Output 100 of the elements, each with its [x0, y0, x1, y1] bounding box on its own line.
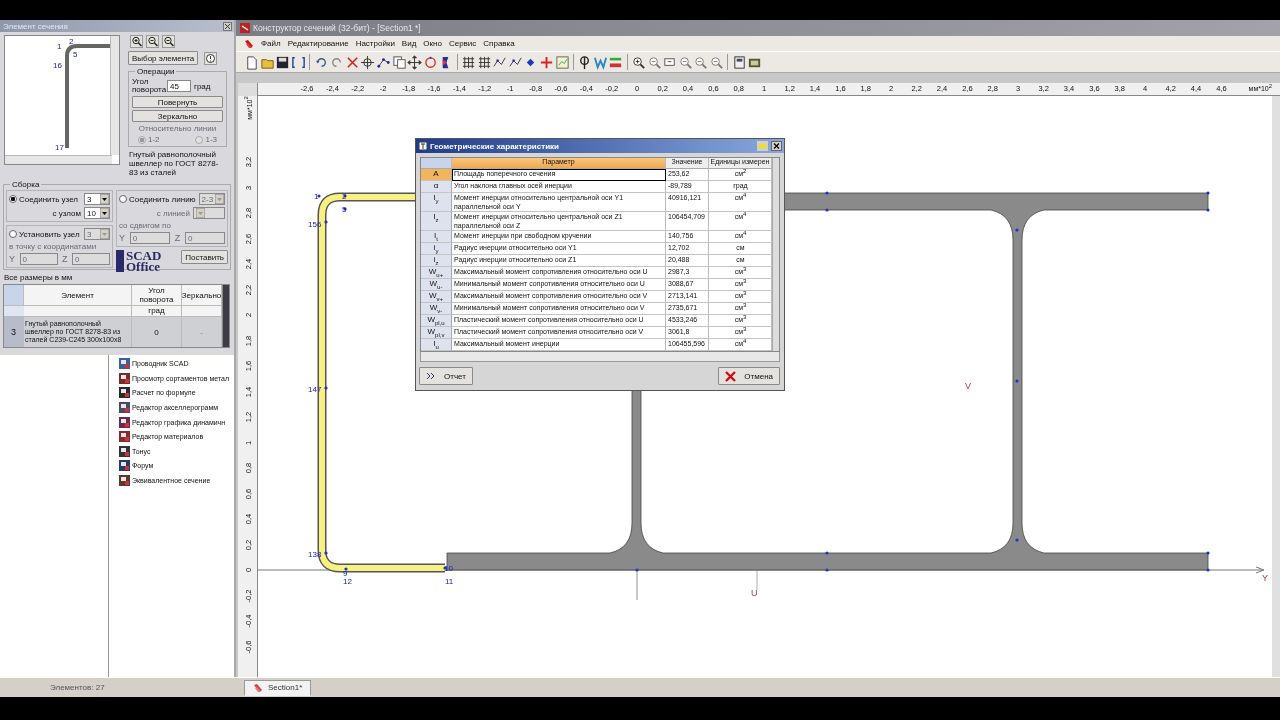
mirror-button[interactable]: Зеркально [132, 110, 223, 122]
scrollbar[interactable] [222, 285, 229, 347]
cancel-button[interactable]: Отмена [718, 367, 780, 385]
table-cell: 0 [132, 317, 182, 347]
node-label: 9 [343, 569, 348, 578]
scrollbar[interactable] [420, 352, 780, 362]
logo-text: Office [126, 261, 160, 272]
close-icon[interactable] [771, 141, 782, 151]
relative-label: Относительно линии [137, 124, 218, 133]
crosshair-icon[interactable] [360, 54, 376, 70]
dropdown-arrow-icon [100, 229, 109, 239]
table-corner [421, 158, 452, 169]
row-header[interactable]: W$_{u+}$ [421, 267, 452, 279]
dropdown-arrow-icon [100, 194, 109, 204]
node-label: 2 [342, 192, 347, 201]
grid-icon[interactable] [461, 54, 476, 70]
group-title: Операции [135, 67, 177, 76]
table-cell [182, 306, 222, 317]
axis-label: Z [174, 233, 181, 243]
dropdown[interactable]: 10 [84, 207, 110, 219]
scrollbar[interactable] [1272, 96, 1280, 677]
axis-label: V [965, 381, 971, 391]
row-header[interactable]: W$_{v-}$ [421, 303, 452, 315]
axis-label: Y [1262, 573, 1268, 583]
program-icon [119, 402, 130, 414]
row-header[interactable]: W$_{u-}$ [421, 279, 452, 291]
unit-label: град [194, 81, 211, 91]
dropdown-arrow-icon [196, 208, 205, 218]
cancel-icon [725, 370, 737, 382]
dropdown[interactable]: 3 [84, 193, 110, 205]
axis-label: U [751, 588, 758, 598]
row-header[interactable]: α [421, 181, 452, 193]
row-header[interactable]: i$_{z}$ [421, 255, 452, 267]
row-header[interactable]: W$_{pl,u}$ [421, 315, 452, 327]
field-label: с узлом [52, 208, 81, 218]
menu-item[interactable]: Окно [423, 39, 442, 48]
table-corner [4, 285, 24, 306]
app-icon [244, 38, 254, 49]
field-label: со сдвигом по [119, 221, 172, 230]
info-icon[interactable] [204, 51, 218, 65]
node-label: 5 [342, 205, 347, 214]
rotate-button[interactable]: Повернуть [132, 96, 223, 108]
menu-item[interactable]: Справка [483, 39, 515, 48]
zoom-in-icon[interactable] [130, 35, 143, 48]
plus-icon[interactable] [539, 54, 554, 70]
menu-item[interactable]: Сервис [448, 39, 477, 48]
axis-label: Y [9, 254, 15, 264]
menu-item[interactable]: Вид [401, 39, 417, 48]
move-icon[interactable] [407, 54, 423, 70]
program-icon [119, 358, 130, 370]
document-tab[interactable]: Section1* [244, 679, 312, 696]
axis-label: Z [62, 254, 68, 264]
row-header[interactable]: i$_{y}$ [421, 243, 452, 255]
place-button[interactable]: Поставить [181, 250, 228, 264]
scrollbar[interactable] [110, 36, 119, 155]
chart-icon[interactable] [554, 54, 570, 70]
calculator-icon[interactable] [731, 54, 747, 70]
menu-item[interactable]: Настройки [355, 39, 395, 48]
row-header[interactable]: I$_{z}$ [421, 212, 452, 231]
row-header[interactable]: A [421, 169, 452, 181]
row-header[interactable]: I$_{t}$ [421, 231, 452, 243]
node-label: 17 [55, 143, 64, 152]
delete-icon[interactable] [344, 54, 360, 70]
program-icon [119, 431, 130, 443]
program-icon [119, 416, 130, 428]
zoom-fit-icon[interactable] [162, 35, 175, 48]
note-text: Все размеры в мм [3, 272, 74, 284]
column-header: Зеркально [182, 285, 222, 306]
program-icon [119, 372, 130, 384]
window-title: Конструктор сечений (32-бит) - [Section1 *] [253, 23, 421, 33]
new-document-icon[interactable] [244, 54, 260, 70]
table-cell: - [182, 317, 222, 347]
zoom-out-icon[interactable] [146, 35, 159, 48]
radio-dot[interactable] [9, 195, 17, 203]
scrollbar[interactable] [5, 155, 112, 164]
row-header[interactable]: W$_{v+}$ [421, 291, 452, 303]
logo-text: SCAD [126, 250, 162, 261]
field-label: в точку с координатами [9, 242, 98, 251]
program-icon [119, 387, 130, 399]
program-icon [119, 445, 130, 457]
menu-item[interactable]: Файл [261, 39, 281, 48]
row-header[interactable]: I$_{u}$ [421, 339, 452, 351]
row-header[interactable]: W$_{pl,v}$ [421, 327, 452, 339]
zoom-in-icon[interactable] [630, 54, 646, 70]
menu-item[interactable]: Редактирование [287, 39, 349, 48]
dialog-title: Геометрические характеристики [430, 141, 560, 151]
scrollbar[interactable] [772, 158, 779, 351]
angle-field[interactable]: 45 [167, 80, 191, 92]
row-header[interactable]: I$_{y}$ [421, 193, 452, 212]
radio-option[interactable]: Соединить узел [9, 194, 78, 204]
copy-icon[interactable] [391, 54, 407, 70]
report-button[interactable]: Отчет [419, 367, 473, 385]
frame-icon[interactable] [291, 54, 307, 70]
save-icon[interactable] [275, 54, 291, 70]
row-header [4, 306, 24, 317]
row-header[interactable]: 3 [4, 317, 24, 347]
select-element-button[interactable]: Выбор элемента [128, 51, 199, 65]
circle-icon[interactable] [422, 54, 438, 70]
grid-icon[interactable] [476, 54, 492, 70]
close-icon[interactable] [223, 21, 232, 31]
